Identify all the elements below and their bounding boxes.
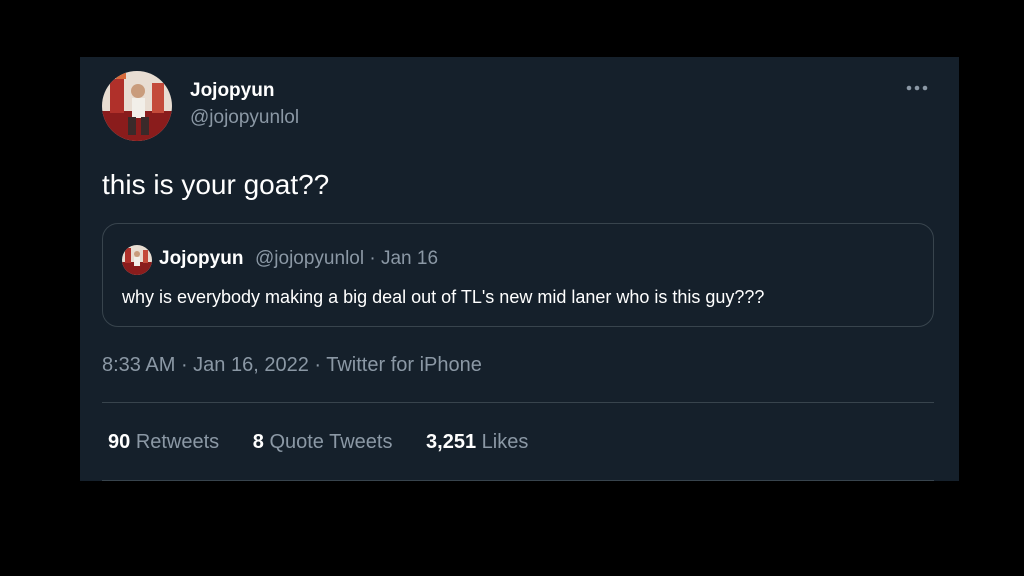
timestamp-row: 8:33 AM · Jan 16, 2022 · Twitter for iPh…: [102, 352, 482, 378]
tweet-time[interactable]: 8:33 AM: [102, 354, 175, 376]
tweet-card: Jojopyun @jojopyunlol this is your goat?…: [80, 57, 959, 481]
divider: [102, 402, 934, 403]
separator: ·: [308, 354, 327, 376]
quoted-meta: @jojopyunlol · Jan 16: [255, 248, 439, 269]
more-icon[interactable]: [902, 77, 932, 99]
retweets-stat[interactable]: 90 Retweets: [108, 429, 219, 455]
tweet-source[interactable]: Twitter for iPhone: [326, 354, 482, 376]
bottom-divider: [102, 480, 934, 481]
tweet-header: Jojopyun @jojopyunlol: [102, 69, 932, 141]
avatar[interactable]: [102, 71, 172, 141]
retweets-label: Retweets: [135, 431, 220, 453]
separator: ·: [175, 354, 194, 376]
quoted-avatar: [122, 245, 152, 275]
author-handle[interactable]: @jojopyunlol: [190, 106, 299, 130]
quoted-tweet[interactable]: Jojopyun @jojopyunlol · Jan 16 why is ev…: [102, 223, 934, 327]
quoted-text: why is everybody making a big deal out o…: [122, 287, 765, 307]
engagement-stats: 90 Retweets 8 Quote Tweets 3,251 Likes: [108, 429, 556, 455]
quote-tweets-label: Quote Tweets: [269, 431, 393, 453]
retweets-count: 90: [108, 431, 131, 453]
tweet-text: this is your goat??: [102, 169, 330, 200]
quoted-display-name: Jojopyun: [159, 248, 244, 269]
tweet-date[interactable]: Jan 16, 2022: [193, 354, 309, 376]
likes-stat[interactable]: 3,251 Likes: [426, 429, 528, 455]
author-display-name[interactable]: Jojopyun: [190, 79, 274, 103]
quote-tweets-stat[interactable]: 8 Quote Tweets: [253, 429, 393, 455]
likes-count: 3,251: [426, 431, 477, 453]
quote-tweets-count: 8: [252, 431, 264, 453]
likes-label: Likes: [481, 431, 529, 453]
